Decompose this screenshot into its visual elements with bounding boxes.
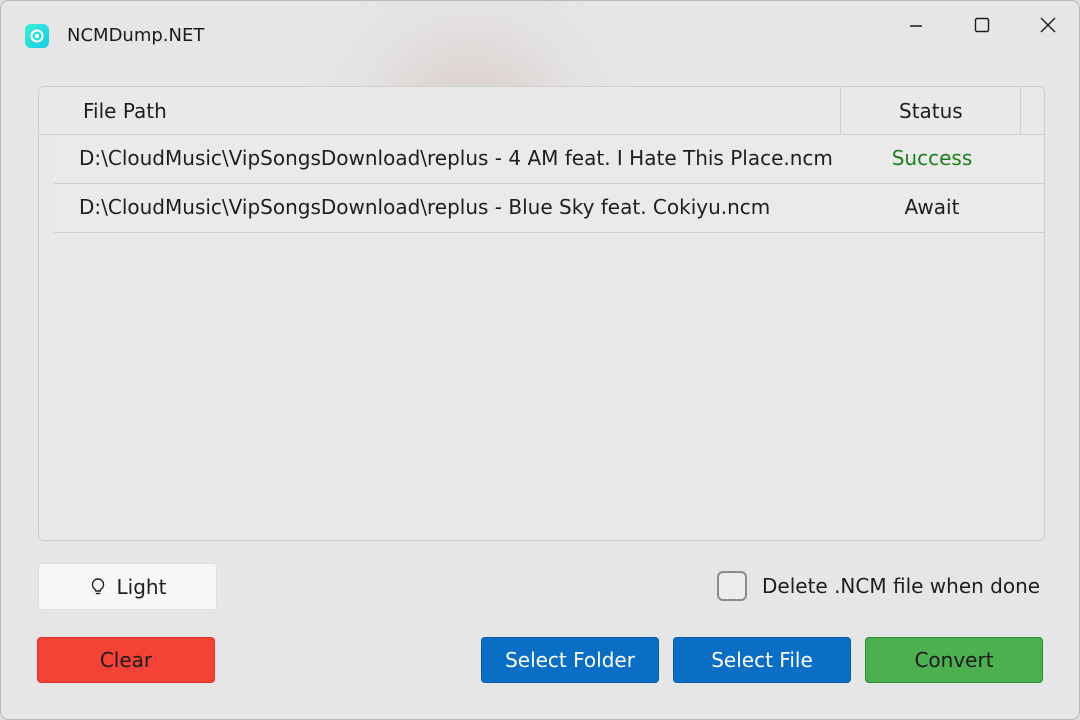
app-window: NCMDump.NET File Path Status D:\CloudMus… <box>0 0 1080 720</box>
table-row[interactable]: D:\CloudMusic\VipSongsDownload\replus - … <box>54 184 1044 233</box>
minimize-icon <box>910 25 922 27</box>
delete-ncm-checkbox[interactable] <box>717 571 747 601</box>
theme-toggle-button[interactable]: Light <box>38 563 217 610</box>
table-row[interactable]: D:\CloudMusic\VipSongsDownload\replus - … <box>54 135 1044 184</box>
file-list[interactable]: File Path Status D:\CloudMusic\VipSongsD… <box>38 86 1045 541</box>
close-icon <box>1040 17 1056 33</box>
maximize-icon <box>974 17 990 33</box>
file-path-cell: D:\CloudMusic\VipSongsDownload\replus - … <box>79 195 771 219</box>
column-header-status[interactable]: Status <box>899 99 963 123</box>
file-path-cell: D:\CloudMusic\VipSongsDownload\replus - … <box>79 146 833 170</box>
theme-label: Light <box>116 574 167 599</box>
maximize-button[interactable] <box>959 9 1005 41</box>
delete-ncm-label[interactable]: Delete .NCM file when done <box>762 574 1040 598</box>
close-button[interactable] <box>1025 9 1071 41</box>
title-bar[interactable]: NCMDump.NET <box>1 1 1079 71</box>
lightbulb-icon <box>91 577 104 594</box>
select-file-button[interactable]: Select File <box>673 637 851 683</box>
select-folder-button[interactable]: Select Folder <box>481 637 659 683</box>
status-cell: Await <box>904 195 960 219</box>
delete-ncm-option[interactable]: Delete .NCM file when done <box>717 570 1040 602</box>
app-icon <box>25 24 49 48</box>
convert-button[interactable]: Convert <box>865 637 1043 683</box>
column-header-file-path[interactable]: File Path <box>83 99 167 123</box>
clear-button[interactable]: Clear <box>37 637 215 683</box>
window-title: NCMDump.NET <box>67 25 205 46</box>
minimize-button[interactable] <box>893 9 939 41</box>
status-cell: Success <box>891 146 973 170</box>
